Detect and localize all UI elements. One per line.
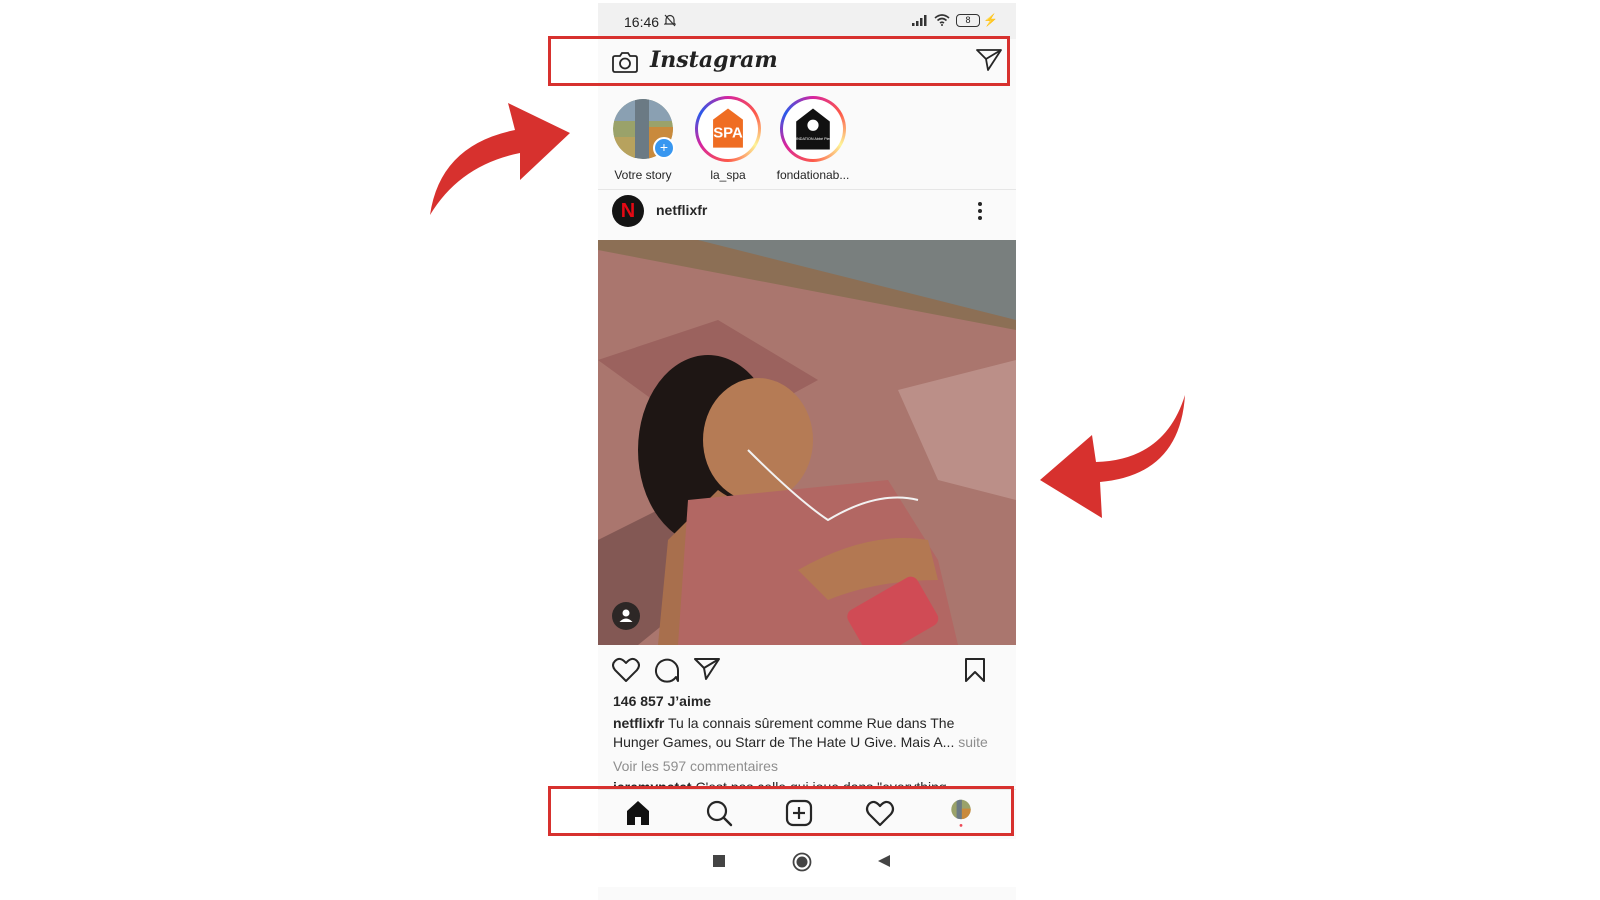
post-header: N netflixfr	[598, 193, 1016, 237]
story-la-spa[interactable]: SPA la_spa	[688, 96, 768, 182]
wifi-icon	[934, 14, 950, 26]
story-label: la_spa	[710, 168, 746, 182]
arrow-to-post	[1040, 395, 1185, 518]
story-label: Votre story	[614, 168, 672, 182]
stories-tray: + Votre story SPA la_spa FONDATION Abbé …	[598, 91, 1016, 190]
fondation-logo-text: FONDATION Abbé Pierre	[792, 137, 834, 141]
charging-icon: ⚡	[983, 13, 998, 27]
share-icon[interactable]	[694, 657, 720, 681]
back-icon[interactable]	[877, 854, 891, 868]
la-spa-avatar: SPA	[700, 101, 756, 157]
system-navigation-bar	[598, 839, 1016, 887]
highlight-top-bar	[548, 36, 1010, 86]
likes-count[interactable]: 146 857 J’aime	[613, 693, 711, 709]
status-bar: 16:46 8 ⚡	[598, 3, 1016, 39]
fondation-avatar: FONDATION Abbé Pierre	[785, 101, 841, 157]
story-label: fondationab...	[776, 168, 850, 182]
add-story-icon[interactable]: +	[653, 137, 675, 159]
post-actions	[598, 653, 1016, 689]
recent-apps-icon[interactable]	[712, 854, 726, 868]
story-your-story[interactable]: + Votre story	[603, 96, 683, 182]
netflix-avatar[interactable]: N	[612, 195, 644, 227]
story-fondationab[interactable]: FONDATION Abbé Pierre fondationab...	[773, 96, 853, 182]
heart-icon[interactable]	[612, 657, 640, 683]
post-caption: netflixfr Tu la connais sûrement comme R…	[613, 714, 1003, 752]
la-spa-logo-text: SPA	[713, 124, 743, 141]
home-button-icon[interactable]	[792, 852, 812, 872]
muted-bell-icon	[664, 14, 676, 27]
arrow-to-stories	[430, 103, 570, 215]
story-avatar-ring: FONDATION Abbé Pierre	[780, 96, 846, 162]
caption-text: Tu la connais sûrement comme Rue dans Th…	[613, 715, 955, 750]
caption-more-link[interactable]: suite	[958, 734, 988, 750]
story-avatar-ring: SPA	[695, 96, 761, 162]
status-time: 16:46	[624, 14, 660, 30]
more-icon[interactable]	[970, 199, 990, 223]
post-image[interactable]	[598, 240, 1016, 645]
comment-icon[interactable]	[654, 657, 680, 683]
signal-icon	[912, 15, 927, 26]
bookmark-icon[interactable]	[964, 657, 986, 683]
phone-screen: 16:46 8 ⚡ Instagram + Votre story SPA la…	[598, 3, 1016, 900]
highlight-bottom-nav	[548, 786, 1014, 836]
view-comments-link[interactable]: Voir les 597 commentaires	[613, 758, 778, 774]
story-avatar-ring: +	[613, 99, 675, 159]
post-username[interactable]: netflixfr	[656, 202, 707, 218]
post-photo	[598, 240, 1016, 645]
tagged-people-icon[interactable]	[612, 602, 640, 630]
caption-username[interactable]: netflixfr	[613, 715, 664, 731]
battery-icon: 8	[956, 14, 980, 27]
